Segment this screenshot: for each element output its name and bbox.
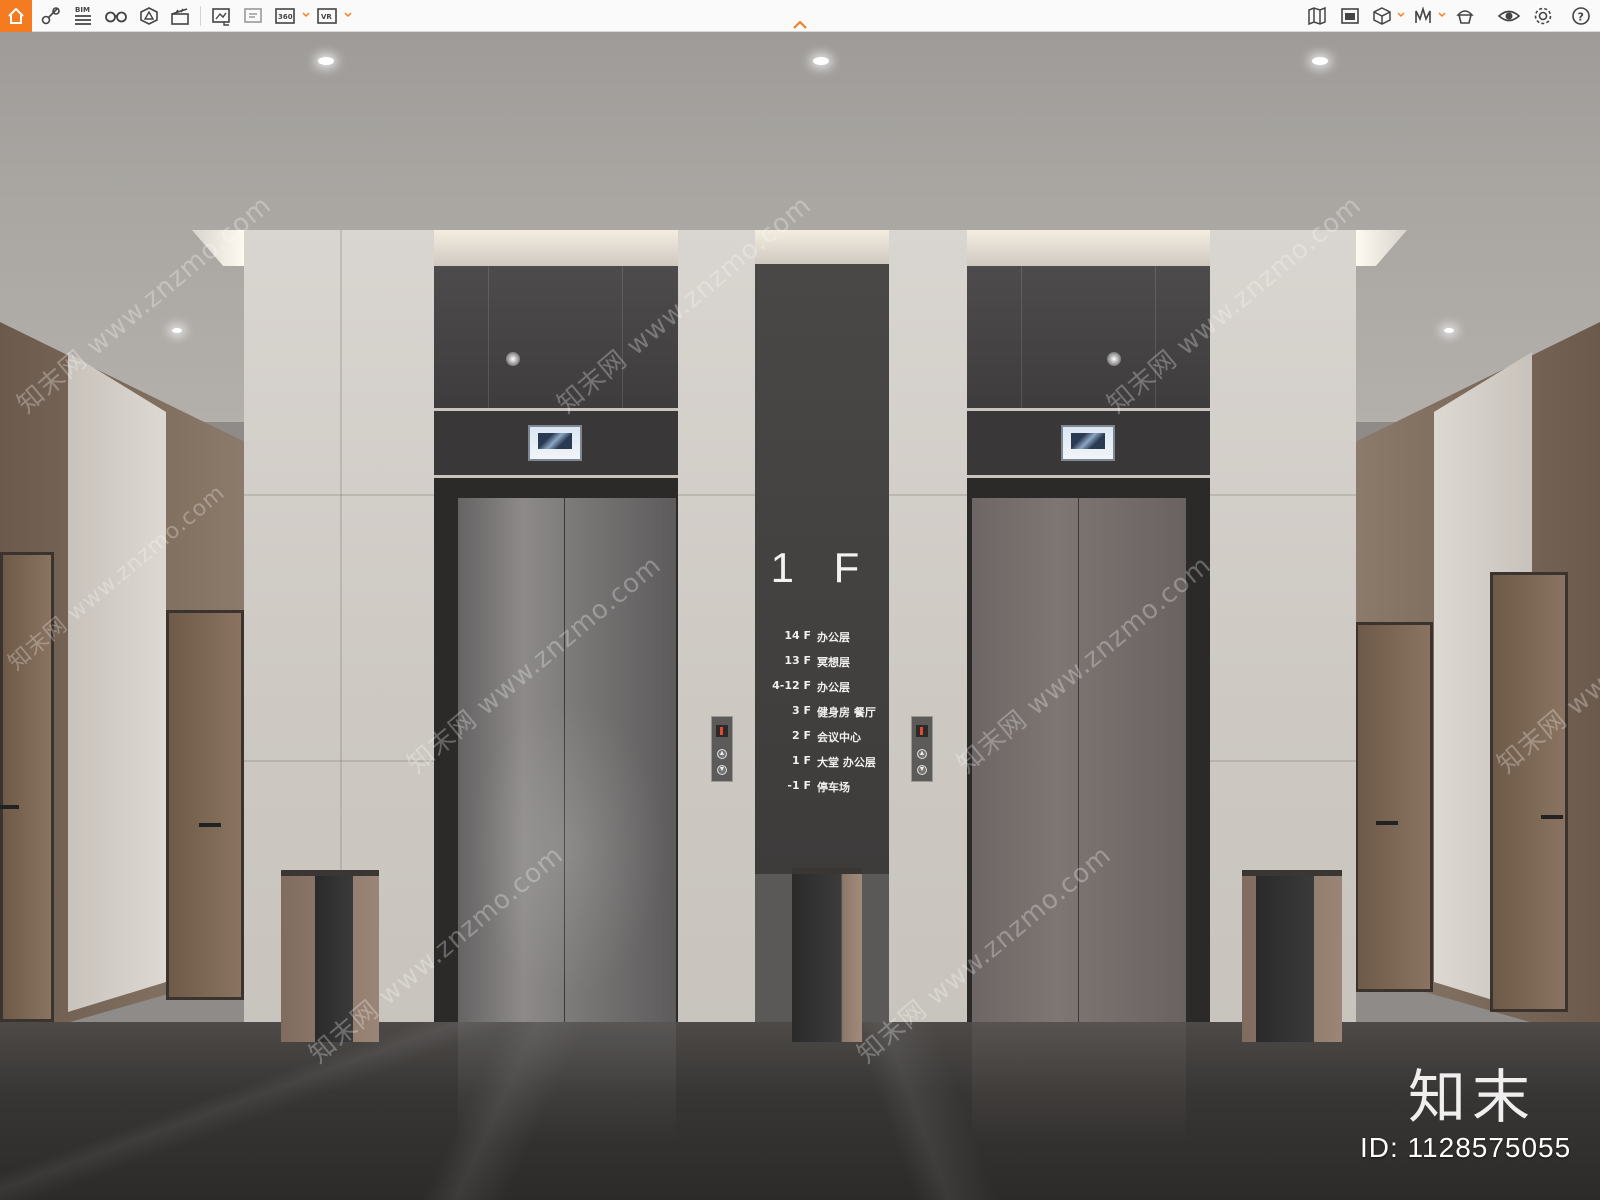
current-floor-label: 1 F bbox=[770, 544, 874, 591]
arrow-down-icon: ▼ bbox=[918, 766, 926, 773]
directory-row: 1 F 大堂 办公层 bbox=[792, 754, 876, 769]
vr-dropdown-icon[interactable] bbox=[344, 11, 352, 19]
watermark-logo: 知末 bbox=[1408, 1063, 1537, 1131]
visibility-icon bbox=[1497, 10, 1521, 22]
svg-text:VR: VR bbox=[321, 13, 332, 21]
elevator-call-panel: ▲ ▼ bbox=[711, 716, 733, 782]
left-stone-panel bbox=[68, 352, 166, 1012]
asset-id-label: ID: 1128575055 bbox=[1360, 1132, 1572, 1163]
vr-icon: VR bbox=[317, 8, 337, 24]
cube-view-button[interactable] bbox=[1369, 4, 1395, 28]
clapboard-icon bbox=[171, 8, 189, 25]
sticky-note-icon bbox=[244, 8, 262, 23]
clapboard-button[interactable] bbox=[167, 4, 193, 28]
view-360-button[interactable]: 360 bbox=[273, 4, 299, 28]
stone-column bbox=[889, 230, 967, 1040]
explode-model-button[interactable] bbox=[136, 4, 162, 28]
elevator-display-screen bbox=[528, 425, 582, 461]
collapse-toolbar-icon[interactable] bbox=[792, 20, 808, 30]
visibility-button[interactable] bbox=[1496, 4, 1522, 28]
vr-button[interactable]: VR bbox=[315, 4, 341, 28]
stone-seam bbox=[1210, 494, 1356, 496]
bim-list-icon: BIM bbox=[75, 6, 91, 25]
elevator-header bbox=[967, 408, 1210, 478]
svg-text:360: 360 bbox=[278, 13, 293, 21]
directory-row: 3 F 健身房 餐厅 bbox=[792, 704, 876, 719]
elevator-header bbox=[434, 408, 678, 478]
elevator-indicator-icon bbox=[716, 725, 728, 737]
ceiling-downlight bbox=[318, 57, 334, 65]
stone-seam bbox=[678, 494, 756, 496]
floor-reflection bbox=[972, 1022, 1186, 1142]
trash-bin bbox=[1242, 870, 1342, 1042]
svg-text:?: ? bbox=[1578, 11, 1584, 24]
viewer-toolbar: BIM 360 VR ? bbox=[0, 0, 1600, 32]
help-button[interactable]: ? bbox=[1568, 4, 1594, 28]
elevator-call-panel: ▲ ▼ bbox=[911, 716, 933, 782]
sticky-note-button[interactable] bbox=[240, 4, 266, 28]
floor-reflection bbox=[458, 1022, 676, 1142]
trash-bin bbox=[792, 868, 862, 1042]
walk-mode-icon bbox=[1415, 6, 1431, 23]
floor-directory-panel: 1 F 14 F 办公层 13 F 冥想层 4-12 F 办公层 3 F 健身房 餐厅 … bbox=[755, 264, 889, 874]
toolbar-divider bbox=[200, 6, 201, 26]
arrow-up-icon: ▲ bbox=[918, 750, 926, 757]
measure-button[interactable] bbox=[38, 4, 64, 28]
svg-text:BIM: BIM bbox=[75, 6, 90, 14]
walk-mode-button[interactable] bbox=[1410, 4, 1436, 28]
map-button[interactable] bbox=[1304, 4, 1330, 28]
help-icon: ? bbox=[1572, 7, 1590, 25]
map-icon bbox=[1308, 6, 1326, 26]
ceiling-downlight bbox=[1312, 57, 1328, 65]
explode-model-icon bbox=[140, 7, 158, 25]
stone-seam bbox=[244, 494, 434, 496]
image-compare-button[interactable] bbox=[208, 4, 234, 28]
binoculars-icon bbox=[105, 11, 127, 23]
call-up-button[interactable]: ▲ bbox=[917, 749, 927, 759]
measure-icon bbox=[41, 7, 60, 25]
arrow-up-icon: ▲ bbox=[718, 750, 726, 757]
walk-mode-dropdown-icon[interactable] bbox=[1438, 11, 1446, 19]
clean-icon bbox=[1456, 10, 1474, 24]
call-up-button[interactable]: ▲ bbox=[717, 749, 727, 759]
call-down-button[interactable]: ▼ bbox=[917, 765, 927, 775]
clean-button[interactable] bbox=[1452, 4, 1478, 28]
right-wooden-door bbox=[1490, 572, 1568, 1012]
directory-row: -1 F 停车场 bbox=[787, 779, 850, 794]
cube-view-icon bbox=[1373, 7, 1391, 25]
right-wooden-door bbox=[1355, 622, 1433, 992]
cove-light bbox=[434, 230, 678, 266]
settings-button[interactable] bbox=[1530, 4, 1556, 28]
view-360-icon: 360 bbox=[275, 8, 295, 24]
directory-row: 13 F 冥想层 bbox=[784, 654, 850, 669]
cove-light bbox=[967, 230, 1210, 266]
panorama-viewport[interactable]: 1 F 14 F 办公层 13 F 冥想层 4-12 F 办公层 3 F 健身房 餐厅 … bbox=[0, 32, 1600, 1200]
directory-row: 14 F 办公层 bbox=[784, 629, 850, 644]
bim-list-button[interactable]: BIM bbox=[70, 4, 96, 28]
screenshot-icon bbox=[1341, 8, 1359, 24]
directory-row: 4-12 F 办公层 bbox=[772, 679, 850, 694]
ceiling-downlight bbox=[172, 328, 182, 333]
left-wooden-door bbox=[166, 610, 244, 1000]
ceiling-downlight bbox=[813, 57, 829, 65]
stone-column bbox=[678, 230, 756, 1040]
settings-icon bbox=[1534, 7, 1552, 25]
stone-seam bbox=[889, 494, 967, 496]
screenshot-button[interactable] bbox=[1337, 4, 1363, 28]
image-compare-icon bbox=[212, 8, 230, 26]
call-down-button[interactable]: ▼ bbox=[717, 765, 727, 775]
binoculars-button[interactable] bbox=[103, 4, 129, 28]
arrow-down-icon: ▼ bbox=[718, 766, 726, 773]
home-button[interactable] bbox=[0, 0, 32, 32]
elevator-display-screen bbox=[1061, 425, 1115, 461]
ceiling-downlight bbox=[1444, 328, 1454, 333]
directory-row: 2 F 会议中心 bbox=[792, 729, 861, 744]
home-icon bbox=[8, 7, 24, 24]
stone-seam bbox=[1210, 760, 1356, 762]
marble-floor bbox=[0, 1022, 1600, 1200]
view-360-dropdown-icon[interactable] bbox=[302, 11, 310, 19]
cube-view-dropdown-icon[interactable] bbox=[1397, 11, 1405, 19]
elevator-indicator-icon bbox=[916, 725, 928, 737]
